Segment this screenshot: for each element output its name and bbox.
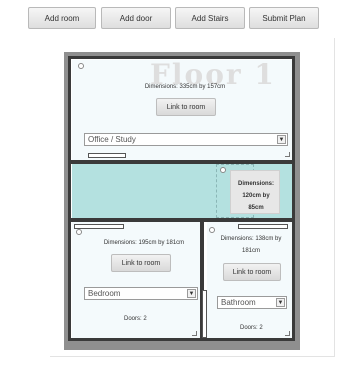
room-dimensions: Dimensions: 335cm by 157cm [144, 84, 226, 90]
room-type-select[interactable]: Office / Study ▼ [84, 133, 288, 146]
room-dimensions: Dimensions: 138cm by [220, 236, 282, 242]
resize-handle-icon[interactable] [192, 331, 197, 336]
resize-handle-icon[interactable] [285, 152, 290, 157]
chevron-down-icon: ▼ [187, 289, 196, 298]
stairs-handle-icon[interactable] [220, 167, 226, 173]
doors-count: Doors: 2 [240, 325, 263, 331]
room-handle-icon[interactable] [209, 227, 215, 233]
stairs-dimensions-height: 85cm [248, 205, 264, 211]
room-handle-icon[interactable] [78, 63, 84, 69]
add-door-button[interactable]: Add door [101, 7, 171, 29]
door-marker[interactable] [74, 224, 124, 229]
stairs-dimensions-width: 120cm by [242, 193, 270, 199]
room-type-select[interactable]: Bathroom ▼ [217, 296, 287, 309]
door-marker[interactable] [88, 153, 126, 158]
room-dimensions: Dimensions: 195cm by 181cm [103, 240, 185, 246]
link-to-room-button[interactable]: Link to room [111, 254, 171, 272]
door-marker[interactable] [238, 224, 288, 229]
room-type-select[interactable]: Bedroom ▼ [84, 287, 198, 300]
add-stairs-button[interactable]: Add Stairs [175, 7, 245, 29]
link-to-room-button[interactable]: Link to room [223, 263, 281, 281]
room-type-value: Office / Study [88, 135, 136, 144]
add-room-button[interactable]: Add room [28, 7, 96, 29]
room-type-value: Bathroom [221, 298, 256, 307]
resize-handle-icon[interactable] [285, 331, 290, 336]
room-handle-icon[interactable] [76, 229, 82, 235]
link-to-room-button[interactable]: Link to room [156, 98, 216, 116]
room-type-value: Bedroom [88, 289, 121, 298]
chevron-down-icon: ▼ [276, 298, 285, 307]
stairs-dimensions-label: Dimensions: [237, 181, 274, 187]
room-dimensions-cont: 181cm [241, 248, 260, 254]
submit-plan-button[interactable]: Submit Plan [249, 7, 319, 29]
stairs-dimensions-box: Dimensions: 120cm by 85cm [230, 170, 280, 214]
chevron-down-icon: ▼ [277, 135, 286, 144]
doors-count: Doors: 2 [124, 316, 147, 322]
